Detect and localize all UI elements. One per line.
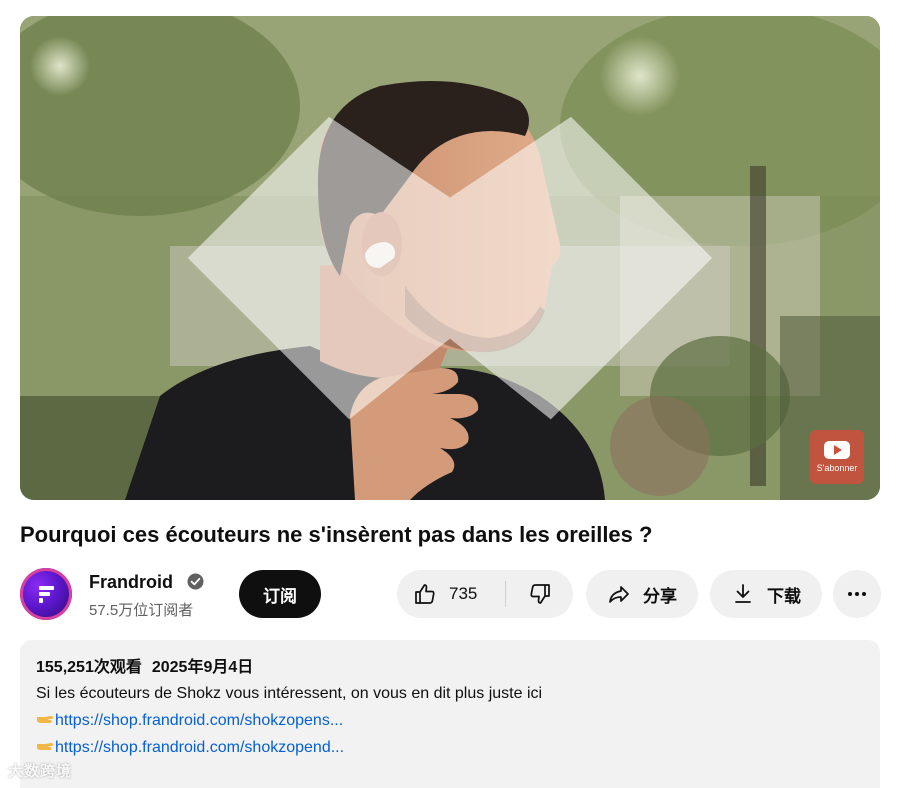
description-text: Si les écouteurs de Shokz vous intéresse… <box>36 685 543 702</box>
subscribe-button[interactable]: 订阅 <box>239 570 321 618</box>
description-meta: 155,251次观看 2025年9月4日 <box>36 656 864 680</box>
description-link-2[interactable]: https://shop.frandroid.com/shokzopend... <box>55 739 344 756</box>
video-title: Pourquoi ces écouteurs ne s'insèrent pas… <box>20 522 653 547</box>
pointing-hand-icon <box>37 716 53 723</box>
dislike-button[interactable] <box>506 570 573 618</box>
subscribe-watermark-label: S'abonner <box>816 463 858 473</box>
check-circle-icon <box>187 573 204 590</box>
like-count: 735 <box>449 584 478 603</box>
channel-name[interactable]: Frandroid <box>89 572 173 593</box>
description-link-row: https://shop.frandroid.com/shokzopens... <box>36 707 864 734</box>
handshake-icon <box>187 116 713 420</box>
download-icon <box>735 584 751 603</box>
thumbs-up-icon <box>415 584 435 604</box>
download-label: 下载 <box>767 586 801 606</box>
download-button[interactable]: 下载 <box>710 570 822 618</box>
subscriber-count: 57.5万位订阅者 <box>89 602 194 619</box>
share-label: 分享 <box>643 586 677 606</box>
frandroid-logo-icon <box>39 586 54 603</box>
like-button[interactable]: 735 <box>397 570 505 618</box>
upload-date: 2025年9月4日 <box>151 659 254 676</box>
corner-watermark: 大数跨境 <box>8 763 73 780</box>
channel-avatar[interactable] <box>20 568 72 620</box>
view-count: 155,251次观看 <box>36 659 142 676</box>
description-box[interactable]: 155,251次观看 2025年9月4日 Si les écouteurs de … <box>20 640 880 788</box>
more-horizontal-icon <box>848 592 866 596</box>
channel-actions-row: Frandroid 57.5万位订阅者 订阅 735 分享 下载 <box>20 566 881 622</box>
thumbs-down-icon <box>529 584 550 604</box>
video-player[interactable]: S'abonner <box>20 16 880 500</box>
youtube-play-icon <box>824 441 850 459</box>
description-link-1[interactable]: https://shop.frandroid.com/shokzopens... <box>55 712 343 729</box>
more-actions-button[interactable] <box>833 570 881 618</box>
pointing-hand-icon <box>37 743 53 750</box>
share-button[interactable]: 分享 <box>586 570 698 618</box>
like-dislike-group: 735 <box>397 570 573 618</box>
share-arrow-icon <box>609 586 629 603</box>
subscribe-watermark-button[interactable]: S'abonner <box>810 430 864 484</box>
description-link-row: https://shop.frandroid.com/shokzopend... <box>36 734 864 761</box>
